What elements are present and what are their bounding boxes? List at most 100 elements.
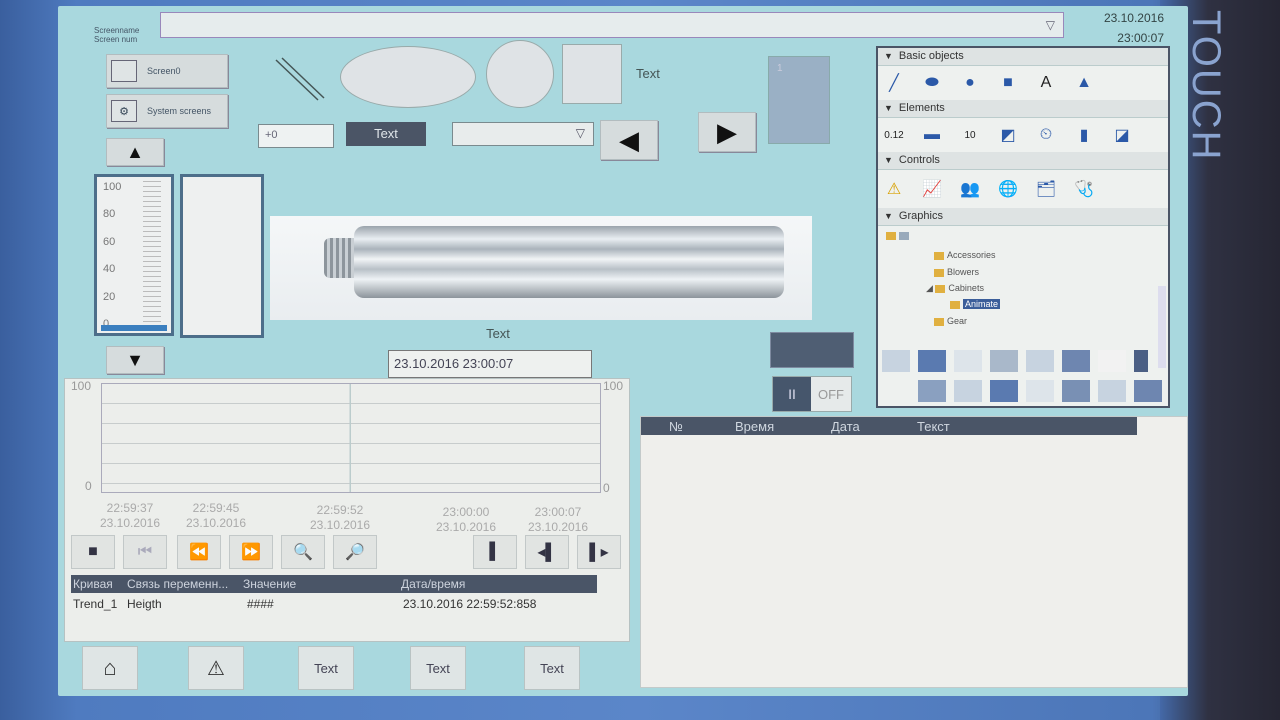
screen-selector-combo[interactable]: ▽ [160,12,1064,38]
section-basic-objects[interactable]: ▼ Basic objects [878,48,1168,66]
image-caption: Text [486,326,510,341]
tree-item-gear[interactable]: Gear [934,316,967,326]
double-line-shape [275,57,325,101]
graphic-thumbnail[interactable] [882,380,910,402]
web-icon[interactable]: 🌐 [996,177,1020,201]
section-graphics[interactable]: ▼ Graphics [878,208,1168,226]
ruler-button[interactable]: ▌ [473,535,517,569]
prev-button[interactable]: ◀ [600,120,658,160]
button-icon[interactable]: ▬ [920,123,944,147]
ellipse-icon[interactable]: ⬬ [920,71,944,95]
col-tag: Связь переменн... [127,577,229,591]
switch-icon[interactable]: ◪ [1110,123,1134,147]
bar-icon[interactable]: ▮ [1072,123,1096,147]
table-row[interactable]: Trend_1 Heigth #### 23.10.2016 22:59:52:… [71,595,597,613]
to-start-button[interactable]: ⏮ [123,535,167,569]
chevron-down-icon: ▼ [884,103,893,113]
home-button[interactable]: ⌂ [82,646,138,690]
graphic-thumbnail[interactable] [954,350,982,372]
graphic-thumbnail[interactable] [918,380,946,402]
tree-item-accessories[interactable]: Accessories [934,250,996,260]
nav-text-button-1[interactable]: Text [298,646,354,690]
sysdiag-icon[interactable]: 🩺 [1072,177,1096,201]
graphic-thumbnail[interactable] [1062,380,1090,402]
x-tick-time: 23:00:00 [442,505,490,519]
forward-button[interactable]: ⏩ [229,535,273,569]
graphic-thumbnail[interactable] [990,350,1018,372]
empty-panel [180,174,264,338]
graphic-thumbnail[interactable] [918,350,946,372]
home-icon: ⌂ [103,655,117,680]
symbolic-io-icon[interactable]: 10 [958,123,982,147]
symbolic-io-combo[interactable]: ▽ [452,122,594,146]
tree-item-blowers[interactable]: Blowers [934,267,979,277]
graphic-thumbnail[interactable] [1134,380,1162,402]
alarm-screen-button[interactable]: ⚠ [188,646,244,690]
tree-item-animate[interactable]: Animate [950,299,1001,309]
bar-gauge: 100 80 60 40 20 0 [94,174,174,336]
x-tick: 22:59:52 23.10.2016 [295,503,385,533]
text-icon[interactable]: A [1034,71,1058,95]
zoom-in-icon: 🔍 [293,544,313,561]
graphic-thumbnail[interactable] [1134,350,1148,372]
ruler-right-button[interactable]: ▌▸ [577,535,621,569]
graphic-thumbnail[interactable] [954,380,982,402]
on-off-switch[interactable]: II OFF [772,376,852,412]
stop-button[interactable]: ■ [71,535,115,569]
section-label: Controls [898,154,940,166]
graphic-io-icon[interactable]: ◩ [996,123,1020,147]
library-panel: ▼ Basic objects ╱ ⬬ ● ■ A ▲ ▼ Elements 0.1… [876,46,1170,408]
line-icon[interactable]: ╱ [882,71,906,95]
rectangle-icon[interactable]: ■ [996,71,1020,95]
datetime-field[interactable]: 23.10.2016 23:00:07 [388,350,592,378]
zoom-in-button[interactable]: 🔍 [281,535,325,569]
image-icon[interactable]: ▲ [1072,71,1096,95]
clock-time: 23:00:07 [1117,31,1164,45]
graphic-thumbnail[interactable] [1098,350,1126,372]
text-button[interactable]: Text [346,122,426,146]
circle-icon[interactable]: ● [958,71,982,95]
nav-text-button-2[interactable]: Text [410,646,466,690]
cell-datetime: 23.10.2016 22:59:52:858 [403,597,537,611]
cell-value: #### [247,597,274,611]
graphic-thumbnail[interactable] [1026,350,1054,372]
folder-icon[interactable] [886,231,896,240]
ruler-left-button[interactable]: ◂▌ [525,535,569,569]
io-field[interactable]: +0 [258,124,334,148]
section-controls[interactable]: ▼ Controls [878,152,1168,170]
graphic-thumbnail[interactable] [1026,380,1054,402]
graphic-thumbnail[interactable] [882,350,910,372]
gauge-tick: 60 [103,236,116,248]
slider-control[interactable]: 1 [768,56,830,144]
io-field-icon[interactable]: 0.12 [882,123,906,147]
fast-forward-icon: ⏩ [241,544,261,561]
datetime-icon[interactable]: ⏲ [1034,123,1058,147]
chevron-down-icon: ▽ [1045,18,1055,32]
dark-button[interactable] [770,332,854,368]
y-left-max: 100 [71,379,92,393]
next-button[interactable]: ▶ [698,112,756,152]
scroll-down-button[interactable]: ▼ [106,346,164,374]
system-screens-button[interactable]: ⚙ System screens [106,94,228,128]
zoom-out-button[interactable]: 🔎 [333,535,377,569]
warning-icon: ⚠ [207,657,225,680]
graphic-thumbnail[interactable] [990,380,1018,402]
section-elements[interactable]: ▼ Elements [878,100,1168,118]
tree-scrollbar[interactable] [1158,286,1166,368]
rewind-button[interactable]: ⏪ [177,535,221,569]
graphics-thumbnails-row2 [882,380,1162,406]
alarm-icon[interactable]: ⚠ [882,177,906,201]
graphic-thumbnail[interactable] [1062,350,1090,372]
user-icon[interactable]: 👥 [958,177,982,201]
graphic-thumbnail[interactable] [1098,380,1126,402]
x-tick-date: 23.10.2016 [99,516,161,530]
scroll-up-button[interactable]: ▲ [106,138,164,166]
folder-icon[interactable] [899,231,909,240]
nav-text-button-3[interactable]: Text [524,646,580,690]
trend-icon[interactable]: 📈 [920,177,944,201]
recipe-icon[interactable]: 🗂 [1034,177,1058,201]
screen0-button[interactable]: Screen0 [106,54,228,88]
tree-item-cabinets[interactable]: ◢ Cabinets [926,283,984,294]
x-tick-date: 23.10.2016 [435,520,497,534]
x-tick-date: 23.10.2016 [185,516,247,530]
